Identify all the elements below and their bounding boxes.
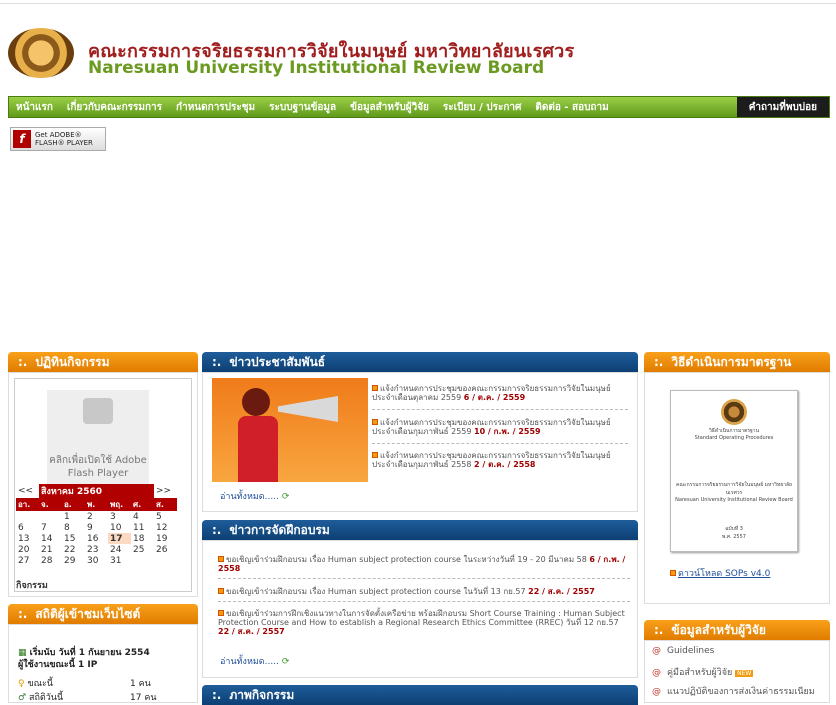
sop-header: :. วิธีดำเนินการมาตรฐาน: [644, 352, 830, 372]
paperclip-icon: @: [652, 668, 661, 678]
users-icon: ♂: [18, 693, 27, 703]
nav-researcher-info[interactable]: ข้อมูลสำหรับผู้วิจัย: [343, 100, 436, 115]
refresh-icon: ⟳: [281, 657, 290, 667]
training-header: :. ข่าวการจัดฝึกอบรม: [202, 520, 638, 540]
news-item[interactable]: แจ้งกำหนดการประชุมของคณะกรรมการจริยธรรมก…: [372, 384, 628, 402]
top-rule: [0, 0, 836, 4]
get-flash-player-button[interactable]: f Get ADOBE® FLASH® PLAYER: [10, 127, 106, 151]
news-banner-image[interactable]: [212, 378, 368, 482]
news-header: :. ข่าวประชาสัมพันธ์: [202, 352, 638, 372]
news-item[interactable]: แจ้งกำหนดการประชุมของคณะกรรมการจริยธรรมก…: [372, 451, 628, 469]
nav-meetings[interactable]: กำหนดการประชุม: [169, 100, 262, 115]
site-title-english: Naresuan University Institutional Review…: [88, 58, 545, 78]
stats-row-today: ♂ สถิติวันนี้: [18, 693, 64, 703]
gallery-header: :. ภาพกิจกรรม: [202, 685, 638, 705]
nav-contact[interactable]: ติดต่อ - สอบถาม: [528, 100, 615, 115]
nav-regulations[interactable]: ระเบียบ / ประกาศ: [436, 100, 528, 115]
calendar-weekdays: อา. จ. อ. พ. พฤ. ศ. ส.: [16, 498, 177, 511]
stats-online: ผู้ใช้งานขณะนี้ 1 IP: [18, 660, 98, 670]
researcher-header: :. ข้อมูลสำหรับผู้วิจัย: [644, 620, 830, 640]
calendar-prev[interactable]: <<: [16, 484, 39, 498]
flash-plugin-placeholder[interactable]: คลิกเพื่อเปิดใช้ Adobe Flash Player: [47, 390, 149, 485]
university-seal-icon[interactable]: [8, 28, 74, 78]
researcher-link[interactable]: @ Guidelines: [652, 646, 714, 656]
calendar-today[interactable]: 17: [108, 533, 131, 544]
paperclip-icon: @: [652, 646, 661, 656]
activity-calendar: << สิงหาคม 2560 >> อา. จ. อ. พ. พฤ. ศ. ส. 1234…: [16, 484, 177, 566]
training-item[interactable]: ขอเชิญเข้าร่วมการฝึกเชิงแนวทางในการจัดตั…: [218, 609, 630, 636]
calendar-month: สิงหาคม 2560: [39, 484, 154, 498]
training-read-more-link[interactable]: อ่านทั้งหมด..... ⟳: [220, 654, 289, 668]
paperclip-icon: @: [652, 687, 661, 697]
nav-faq[interactable]: คำถามที่พบบ่อย: [736, 97, 829, 117]
news-read-more-link[interactable]: อ่านทั้งหมด..... ⟳: [220, 489, 289, 503]
nav-database[interactable]: ระบบฐานข้อมูล: [262, 100, 343, 115]
flash-icon: f: [13, 130, 31, 148]
nav-home[interactable]: หน้าแรก: [9, 100, 60, 115]
refresh-icon: ⟳: [281, 492, 290, 502]
researcher-link[interactable]: @ แนวปฏิบัติของการส่งเงินค่าธรรมเนียม: [652, 684, 815, 698]
nav-about[interactable]: เกี่ยวกับคณะกรรมการ: [60, 100, 169, 115]
training-item[interactable]: ขอเชิญเข้าร่วมฝึกอบรม เรื่อง Human subje…: [218, 555, 630, 573]
sop-document-cover[interactable]: วิธีดำเนินการมาตรฐาน Standard Operating …: [670, 390, 798, 552]
training-item[interactable]: ขอเชิญเข้าร่วมฝึกอบรม เรื่อง Human subje…: [218, 587, 630, 596]
calendar-next[interactable]: >>: [154, 484, 177, 498]
stats-header: :. สถิติผู้เข้าชมเว็บไซต์: [8, 604, 198, 624]
plugin-puzzle-icon: [83, 398, 113, 424]
activities-header: :. ปฏิทินกิจกรรม: [8, 352, 198, 372]
stats-row-now: ♀ ขณะนี้: [18, 679, 53, 689]
activities-footer: กิจกรรม: [16, 581, 48, 591]
news-item[interactable]: แจ้งกำหนดการประชุมของคณะกรรมการจริยธรรมก…: [372, 418, 628, 436]
researcher-link[interactable]: @ คู่มือสำหรับผู้วิจัย NEW: [652, 665, 754, 679]
main-nav: หน้าแรก เกี่ยวกับคณะกรรมการ กำหนดการประช…: [8, 96, 830, 118]
user-icon: ♀: [18, 679, 25, 689]
sop-download-link[interactable]: ดาวน์โหลด SOPs v4.0: [670, 566, 770, 580]
seal-icon: [721, 399, 747, 425]
